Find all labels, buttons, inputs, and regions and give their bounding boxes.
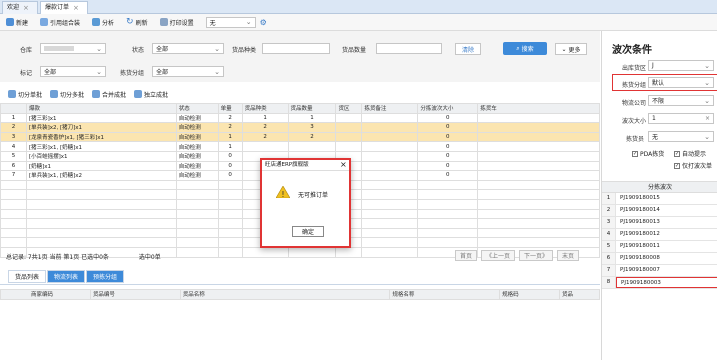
svg-text:!: ! bbox=[281, 190, 284, 198]
modal-overlay bbox=[0, 0, 717, 360]
close-icon[interactable]: × bbox=[340, 160, 347, 170]
ok-button[interactable]: 确定 bbox=[292, 226, 324, 237]
dialog-message: 无可推订单 bbox=[298, 192, 329, 199]
warning-icon: ! bbox=[276, 186, 290, 198]
alert-dialog: 旺店通ERP旗舰版 × ! 无可推订单 确定 bbox=[260, 158, 351, 248]
dialog-title: 旺店通ERP旗舰版 bbox=[262, 160, 349, 171]
